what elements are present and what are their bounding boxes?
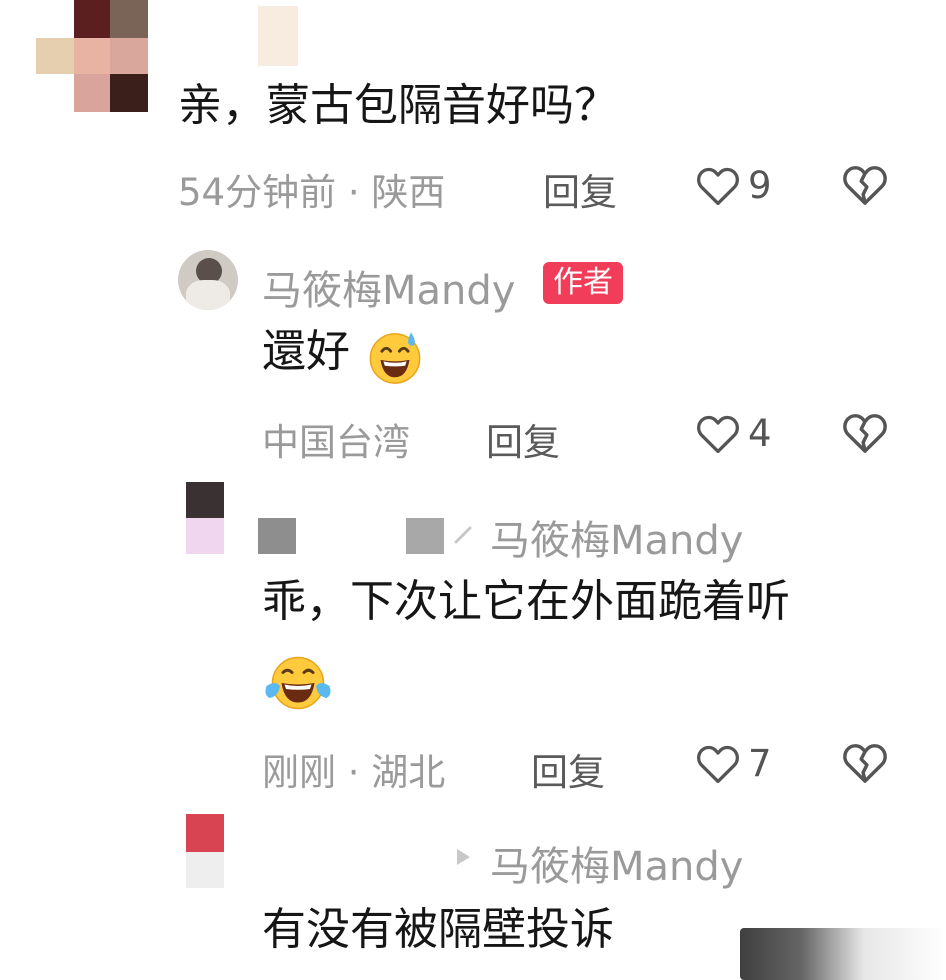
username-blurred[interactable] [406,518,444,554]
heart-outline-icon [697,167,739,205]
avatar-commenter-1[interactable] [36,0,156,112]
avatar-commenter-4[interactable] [186,814,224,888]
comment-text: 乖，下次让它在外面跪着听 [262,576,790,627]
reply-to-username[interactable]: 马筱梅Mandy [490,508,743,566]
broken-heart-icon[interactable] [842,412,888,454]
watermark-blur [740,928,946,980]
heart-outline-icon [697,745,739,783]
reply-to-username[interactable]: 马筱梅Mandy [490,834,743,892]
like-count: 9 [748,164,772,207]
like-button[interactable]: 7 [696,742,772,785]
author-username[interactable]: 马筱梅Mandy [262,258,515,316]
like-button[interactable]: 9 [696,164,772,207]
like-button[interactable]: 4 [696,412,772,455]
broken-heart-icon[interactable] [842,742,888,784]
reply-arrow-icon [457,849,470,865]
grinning-sweat-emoji [369,332,421,384]
comment-meta: 54分钟前 · 陕西 [178,171,446,214]
reply-arrow-icon [454,526,472,544]
comment-meta: 中国台湾 [262,421,410,464]
comment-meta: 刚刚 · 湖北 [262,751,446,794]
like-count: 4 [748,412,772,455]
comment-text: 亲，蒙古包隔音好吗？ [178,80,618,131]
reply-button[interactable]: 回复 [486,412,560,466]
author-badge: 作者 [543,262,623,304]
comment-text: 還好 [262,326,350,377]
reply-button[interactable]: 回复 [531,742,605,796]
avatar-author[interactable] [178,250,238,310]
reply-button[interactable]: 回复 [543,162,617,216]
username-blurred[interactable] [258,518,296,554]
heart-outline-icon [697,415,739,453]
comment-text: 有没有被隔壁投诉 [262,904,614,955]
broken-heart-icon[interactable] [842,164,888,206]
avatar-commenter-3[interactable] [186,482,224,554]
tears-of-joy-emoji [265,656,331,710]
like-count: 7 [748,742,772,785]
username-blurred[interactable] [258,6,298,66]
